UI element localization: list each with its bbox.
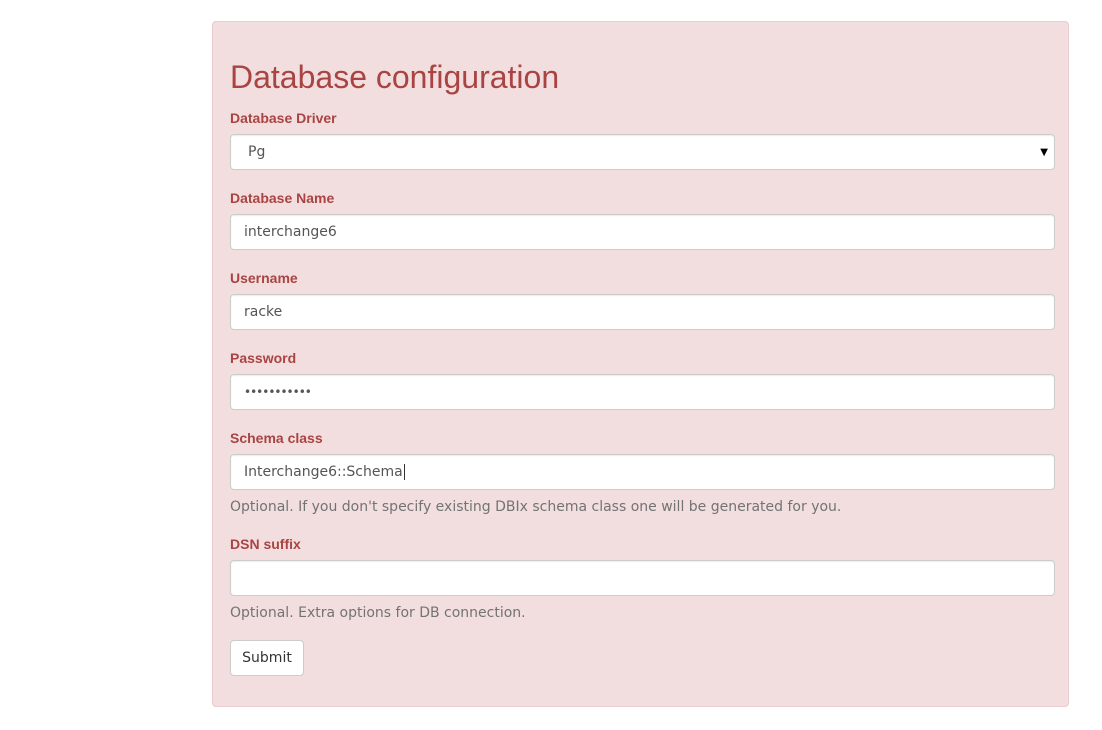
username-input-value: racke bbox=[244, 304, 283, 320]
dsn-input[interactable] bbox=[230, 560, 1055, 596]
username-input[interactable]: racke bbox=[230, 294, 1055, 330]
dbname-input[interactable]: interchange6 bbox=[230, 214, 1055, 250]
schema-help-text: Optional. If you don't specify existing … bbox=[230, 499, 842, 515]
text-cursor bbox=[403, 464, 405, 480]
driver-select[interactable]: Pg ▼ bbox=[230, 134, 1055, 170]
schema-label: Schema class bbox=[230, 430, 323, 446]
dsn-help-text: Optional. Extra options for DB connectio… bbox=[230, 605, 526, 621]
submit-button[interactable]: Submit bbox=[230, 640, 304, 676]
dsn-label: DSN suffix bbox=[230, 536, 301, 552]
password-input-value: ••••••••••• bbox=[244, 385, 312, 399]
schema-input-value: Interchange6::Schema bbox=[244, 464, 403, 480]
chevron-down-icon: ▼ bbox=[1040, 146, 1048, 158]
schema-input[interactable]: Interchange6::Schema bbox=[230, 454, 1055, 490]
password-input[interactable]: ••••••••••• bbox=[230, 374, 1055, 410]
config-panel: Database configuration Database Driver P… bbox=[212, 21, 1069, 707]
driver-label: Database Driver bbox=[230, 110, 337, 126]
username-label: Username bbox=[230, 270, 298, 286]
password-label: Password bbox=[230, 350, 297, 366]
driver-select-value: Pg bbox=[248, 144, 266, 160]
page-title: Database configuration bbox=[230, 59, 560, 95]
dbname-input-value: interchange6 bbox=[244, 224, 337, 240]
dbname-label: Database Name bbox=[230, 190, 335, 206]
